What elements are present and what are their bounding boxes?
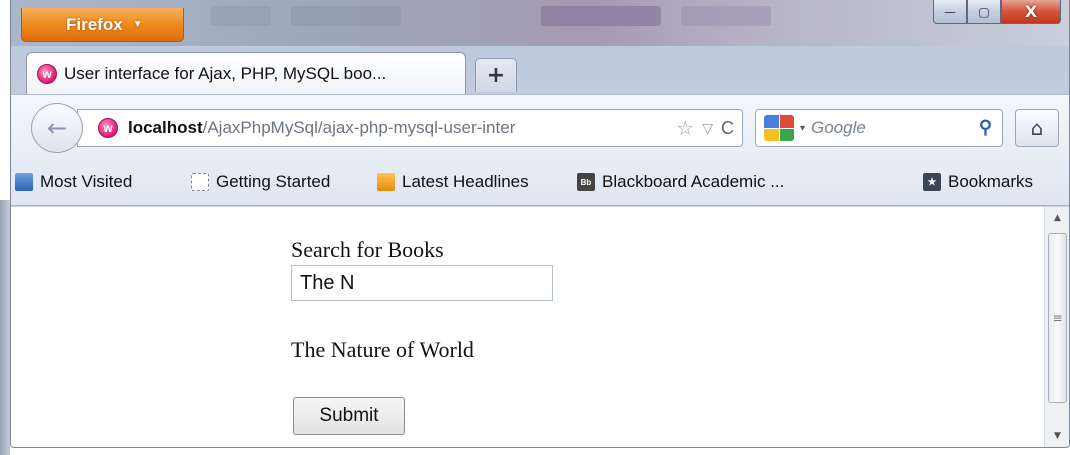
wamp-page-icon: w [37, 63, 57, 84]
scroll-down-arrow-icon[interactable]: ▼ [1045, 425, 1069, 447]
title-bar: Firefox ▼ — ▢ X [11, 0, 1069, 46]
close-icon: X [1024, 2, 1038, 21]
minimize-icon: — [944, 4, 956, 19]
bookmarks-toolbar: Most Visited Getting Started Latest Head… [11, 160, 1069, 206]
chevron-down-icon: ▼ [132, 19, 143, 30]
bookmark-blackboard[interactable]: Bb Blackboard Academic ... [577, 172, 784, 192]
bookmark-most-visited[interactable]: Most Visited [15, 172, 132, 192]
tab-title: User interface for Ajax, PHP, MySQL boo.… [64, 63, 387, 83]
submit-button[interactable]: Submit [293, 397, 405, 435]
close-button[interactable]: X [1001, 0, 1061, 24]
blackboard-icon: Bb [577, 173, 595, 191]
home-icon: ⌂ [1030, 116, 1044, 140]
search-icon[interactable]: ⚲ [979, 117, 992, 138]
desktop-background [0, 200, 10, 455]
book-search-input[interactable] [291, 265, 553, 301]
getting-started-icon [191, 173, 209, 191]
bookmark-label: Latest Headlines [402, 172, 529, 191]
url-host: localhost [128, 118, 203, 137]
tab-strip: w User interface for Ajax, PHP, MySQL bo… [11, 46, 1069, 94]
rss-icon [377, 173, 395, 191]
browser-window: Firefox ▼ — ▢ X w User interface for Aja… [10, 0, 1070, 448]
back-button[interactable]: ← [31, 103, 83, 153]
url-path: /AjaxPhpMySql/ajax-php-mysql-user-inter [202, 118, 516, 137]
google-search-engine-icon[interactable] [764, 115, 794, 141]
search-bar[interactable]: ▾ Google ⚲ [755, 109, 1003, 147]
scroll-thumb[interactable]: ≡ [1048, 233, 1067, 403]
bookmark-getting-started[interactable]: Getting Started [191, 172, 330, 192]
search-suggestion[interactable]: The Nature of World [291, 337, 474, 363]
plus-icon: + [486, 63, 506, 88]
home-button[interactable]: ⌂ [1015, 109, 1059, 147]
page-content: Search for Books The Nature of World Sub… [11, 207, 1044, 447]
bookmarks-star-icon: ★ [923, 173, 941, 191]
window-controls: — ▢ X [933, 0, 1061, 24]
history-dropdown-icon[interactable]: ▽ [702, 120, 713, 137]
grip-icon: ≡ [1052, 311, 1063, 325]
bookmark-latest-headlines[interactable]: Latest Headlines [377, 172, 529, 192]
maximize-icon: ▢ [978, 4, 990, 19]
search-engine-dropdown-icon[interactable]: ▾ [800, 123, 805, 134]
bookmark-star-icon[interactable]: ☆ [676, 116, 694, 141]
bookmark-label: Most Visited [40, 172, 133, 191]
new-tab-button[interactable]: + [475, 58, 517, 92]
minimize-button[interactable]: — [933, 0, 967, 24]
bookmark-label: Blackboard Academic ... [602, 172, 785, 191]
scroll-up-arrow-icon[interactable]: ▲ [1045, 207, 1069, 229]
vertical-scrollbar[interactable]: ▲ ≡ ▼ [1044, 207, 1069, 447]
search-label: Search for Books [291, 237, 444, 262]
search-placeholder: Google [811, 118, 866, 137]
url-bar[interactable]: w localhost/AjaxPhpMySql/ajax-php-mysql-… [77, 109, 743, 147]
bookmarks-menu-button[interactable]: ★ Bookmarks [923, 172, 1033, 192]
firefox-menu-button[interactable]: Firefox ▼ [21, 8, 184, 42]
back-arrow-icon: ← [46, 114, 68, 142]
firefox-menu-label: Firefox [66, 14, 123, 34]
url-actions: ☆ ▽ C [676, 116, 734, 141]
bookmark-label: Bookmarks [948, 172, 1034, 191]
bookmark-label: Getting Started [216, 172, 331, 191]
navigation-toolbar: w localhost/AjaxPhpMySql/ajax-php-mysql-… [11, 94, 1069, 160]
tab-active[interactable]: w User interface for Ajax, PHP, MySQL bo… [26, 52, 466, 94]
most-visited-icon [15, 173, 33, 191]
reload-icon[interactable]: C [721, 118, 734, 139]
site-identity-icon[interactable]: w [98, 118, 118, 138]
maximize-button[interactable]: ▢ [967, 0, 1001, 24]
